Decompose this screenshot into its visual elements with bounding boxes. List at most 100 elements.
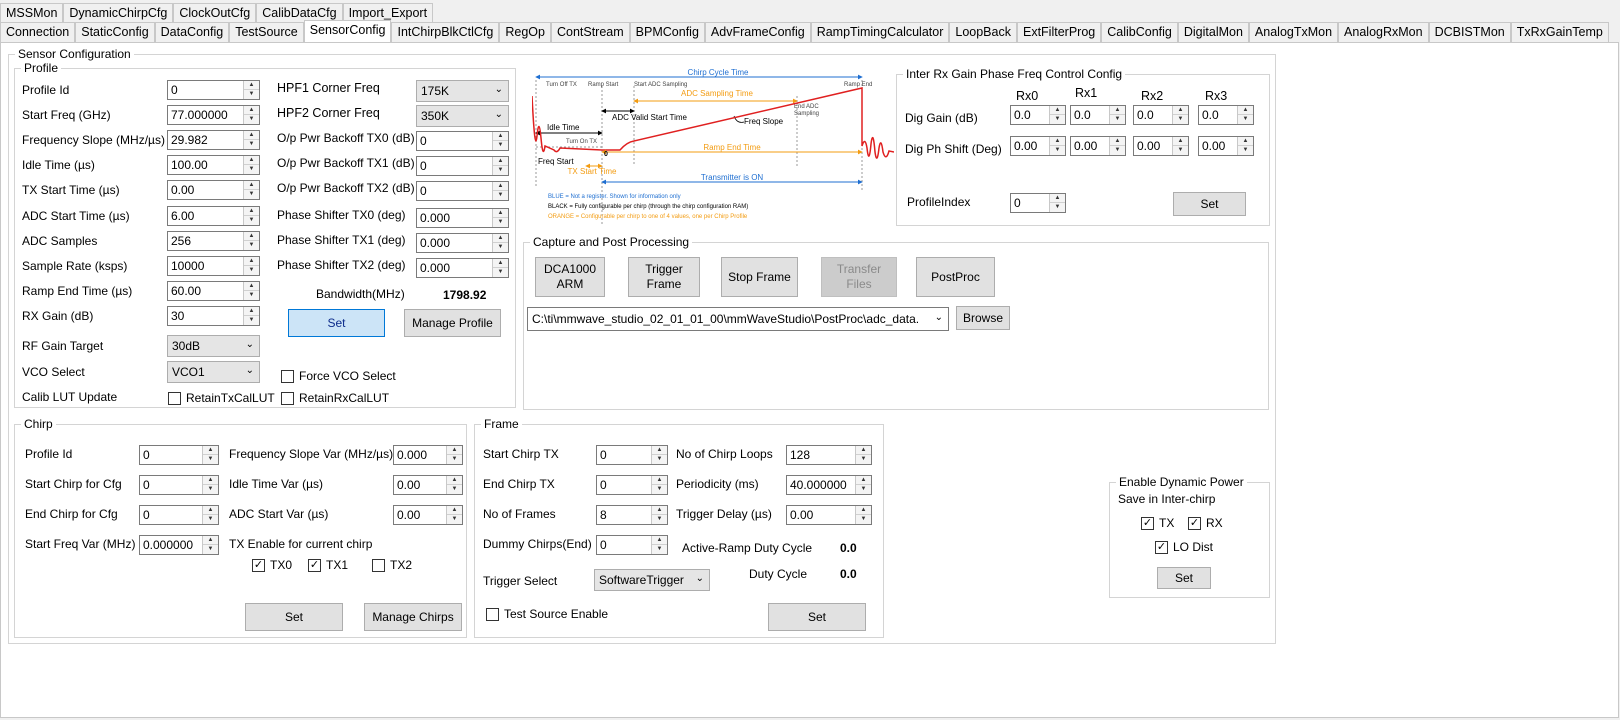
dig-ph-shift-rx0-spinner[interactable]: ▲▼: [1010, 136, 1066, 156]
spin-up-icon[interactable]: ▲: [1173, 106, 1188, 115]
spin-up-icon[interactable]: ▲: [203, 476, 218, 485]
frame-dummy-chirps-end-input[interactable]: [597, 536, 651, 554]
spin-arrows[interactable]: ▲ ▼: [202, 536, 218, 554]
spin-arrows[interactable]: ▲ ▼: [1049, 106, 1065, 124]
spin-up-icon[interactable]: ▲: [1238, 106, 1253, 115]
profile-profile-id-spinner[interactable]: ▲▼: [167, 80, 260, 100]
spin-down-icon[interactable]: ▼: [856, 455, 871, 464]
gain-phase-set-button[interactable]: Set: [1173, 192, 1246, 216]
chirp-start-freq-var-mhz-input[interactable]: [140, 536, 202, 554]
profile-frequency-slope-mhz-s-spinner[interactable]: ▲▼: [167, 130, 260, 150]
spin-arrows[interactable]: ▲ ▼: [1237, 106, 1253, 124]
profile-start-freq-ghz-spinner[interactable]: ▲▼: [167, 105, 260, 125]
spin-up-icon[interactable]: ▲: [203, 506, 218, 515]
retain-tx-cal-lut-checkbox[interactable]: RetainTxCalLUT: [168, 391, 275, 405]
profile-phase-shifter-tx2-deg-input[interactable]: [417, 259, 492, 277]
spin-up-icon[interactable]: ▲: [1110, 137, 1125, 146]
spin-up-icon[interactable]: ▲: [856, 476, 871, 485]
spin-arrows[interactable]: ▲ ▼: [855, 506, 871, 524]
profile-frequency-slope-mhz-s-input[interactable]: [168, 131, 243, 149]
chirp-adc-start-var-s-spinner[interactable]: ▲▼: [393, 505, 463, 525]
spin-up-icon[interactable]: ▲: [447, 506, 462, 515]
tab-contstream[interactable]: ContStream: [550, 22, 630, 42]
tab-dataconfig[interactable]: DataConfig: [154, 22, 230, 42]
frame-periodicity-ms-spinner[interactable]: ▲▼: [786, 475, 872, 495]
spin-arrows[interactable]: ▲ ▼: [651, 506, 667, 524]
tab-analogrxmon[interactable]: AnalogRxMon: [1338, 22, 1429, 42]
chirp-set-button[interactable]: Set: [245, 603, 343, 631]
frame-start-chirp-tx-input[interactable]: [597, 446, 651, 464]
power-save-lo-dist-checkbox[interactable]: ✓ LO Dist: [1155, 540, 1213, 554]
profile-phase-shifter-tx1-deg-input[interactable]: [417, 234, 492, 252]
chirp-profile-id-input[interactable]: [140, 446, 202, 464]
tab-analogtxmon[interactable]: AnalogTxMon: [1248, 22, 1339, 42]
spin-down-icon[interactable]: ▼: [1110, 115, 1125, 124]
spin-arrows[interactable]: ▲ ▼: [202, 446, 218, 464]
profile-start-freq-ghz-input[interactable]: [168, 106, 243, 124]
profile-index-spinner[interactable]: ▲▼: [1010, 193, 1066, 213]
spin-up-icon[interactable]: ▲: [447, 476, 462, 485]
spin-arrows[interactable]: ▲ ▼: [202, 506, 218, 524]
spin-up-icon[interactable]: ▲: [652, 446, 667, 455]
spin-arrows[interactable]: ▲ ▼: [855, 446, 871, 464]
chirp-idle-time-var-s-spinner[interactable]: ▲▼: [393, 475, 463, 495]
tab-regop[interactable]: RegOp: [499, 22, 551, 42]
spin-arrows[interactable]: ▲ ▼: [1237, 137, 1253, 155]
spin-down-icon[interactable]: ▼: [447, 455, 462, 464]
spin-down-icon[interactable]: ▼: [856, 485, 871, 494]
spin-up-icon[interactable]: ▲: [1050, 137, 1065, 146]
chirp-end-chirp-for-cfg-input[interactable]: [140, 506, 202, 524]
spin-down-icon[interactable]: ▼: [244, 216, 259, 225]
tab-txrxgaintemp[interactable]: TxRxGainTemp: [1510, 22, 1609, 42]
trigger-frame-button[interactable]: Trigger Frame: [628, 257, 700, 297]
spin-up-icon[interactable]: ▲: [244, 81, 259, 90]
spin-down-icon[interactable]: ▼: [244, 266, 259, 275]
spin-arrows[interactable]: ▲ ▼: [1172, 106, 1188, 124]
spin-arrows[interactable]: ▲ ▼: [651, 446, 667, 464]
spin-up-icon[interactable]: ▲: [1050, 106, 1065, 115]
spin-arrows[interactable]: ▲ ▼: [492, 182, 508, 200]
manage-profile-button[interactable]: Manage Profile: [404, 309, 501, 337]
profile-adc-samples-spinner[interactable]: ▲▼: [167, 231, 260, 251]
chirp-tx0-checkbox[interactable]: ✓ TX0: [252, 558, 292, 572]
spin-down-icon[interactable]: ▼: [493, 166, 508, 175]
spin-arrows[interactable]: ▲ ▼: [492, 234, 508, 252]
spin-arrows[interactable]: ▲ ▼: [651, 476, 667, 494]
power-save-tx-checkbox[interactable]: ✓ TX: [1141, 516, 1174, 530]
trigger-select[interactable]: SoftwareTrigger ⌄: [594, 569, 710, 591]
spin-up-icon[interactable]: ▲: [244, 257, 259, 266]
frame-no-of-chirp-loops-spinner[interactable]: ▲▼: [786, 445, 872, 465]
profile-adc-start-time-s-input[interactable]: [168, 207, 243, 225]
tab-loopback[interactable]: LoopBack: [949, 22, 1017, 42]
tab-digitalmon[interactable]: DigitalMon: [1177, 22, 1249, 42]
chirp-adc-start-var-s-input[interactable]: [394, 506, 446, 524]
dig-gain-rx3-spinner[interactable]: ▲▼: [1198, 105, 1254, 125]
stop-frame-button[interactable]: Stop Frame: [721, 257, 798, 297]
spin-down-icon[interactable]: ▼: [203, 455, 218, 464]
frame-periodicity-ms-input[interactable]: [787, 476, 855, 494]
spin-down-icon[interactable]: ▼: [493, 268, 508, 277]
power-save-rx-checkbox[interactable]: ✓ RX: [1188, 516, 1223, 530]
spin-up-icon[interactable]: ▲: [856, 446, 871, 455]
spin-arrows[interactable]: ▲ ▼: [243, 106, 259, 124]
frame-no-of-chirp-loops-input[interactable]: [787, 446, 855, 464]
frame-trigger-delay-s-input[interactable]: [787, 506, 855, 524]
spin-down-icon[interactable]: ▼: [447, 515, 462, 524]
dig-gain-rx3-input[interactable]: [1199, 106, 1237, 124]
browse-button[interactable]: Browse: [956, 306, 1010, 330]
spin-arrows[interactable]: ▲ ▼: [1172, 137, 1188, 155]
spin-arrows[interactable]: ▲ ▼: [446, 476, 462, 494]
spin-arrows[interactable]: ▲ ▼: [492, 157, 508, 175]
profile-o-p-pwr-backoff-tx2-db-spinner[interactable]: ▲▼: [416, 181, 509, 201]
profile-tx-start-time-s-input[interactable]: [168, 181, 243, 199]
tab-staticconfig[interactable]: StaticConfig: [75, 22, 155, 42]
profile-profile-id-input[interactable]: [168, 81, 243, 99]
spin-down-icon[interactable]: ▼: [244, 140, 259, 149]
spin-down-icon[interactable]: ▼: [244, 316, 259, 325]
tab-testsource[interactable]: TestSource: [229, 22, 304, 42]
tab-calibconfig[interactable]: CalibConfig: [1101, 22, 1178, 42]
spin-up-icon[interactable]: ▲: [1050, 194, 1065, 203]
profile-o-p-pwr-backoff-tx1-db-input[interactable]: [417, 157, 492, 175]
spin-arrows[interactable]: ▲ ▼: [243, 282, 259, 300]
profile-o-p-pwr-backoff-tx1-db-spinner[interactable]: ▲▼: [416, 156, 509, 176]
